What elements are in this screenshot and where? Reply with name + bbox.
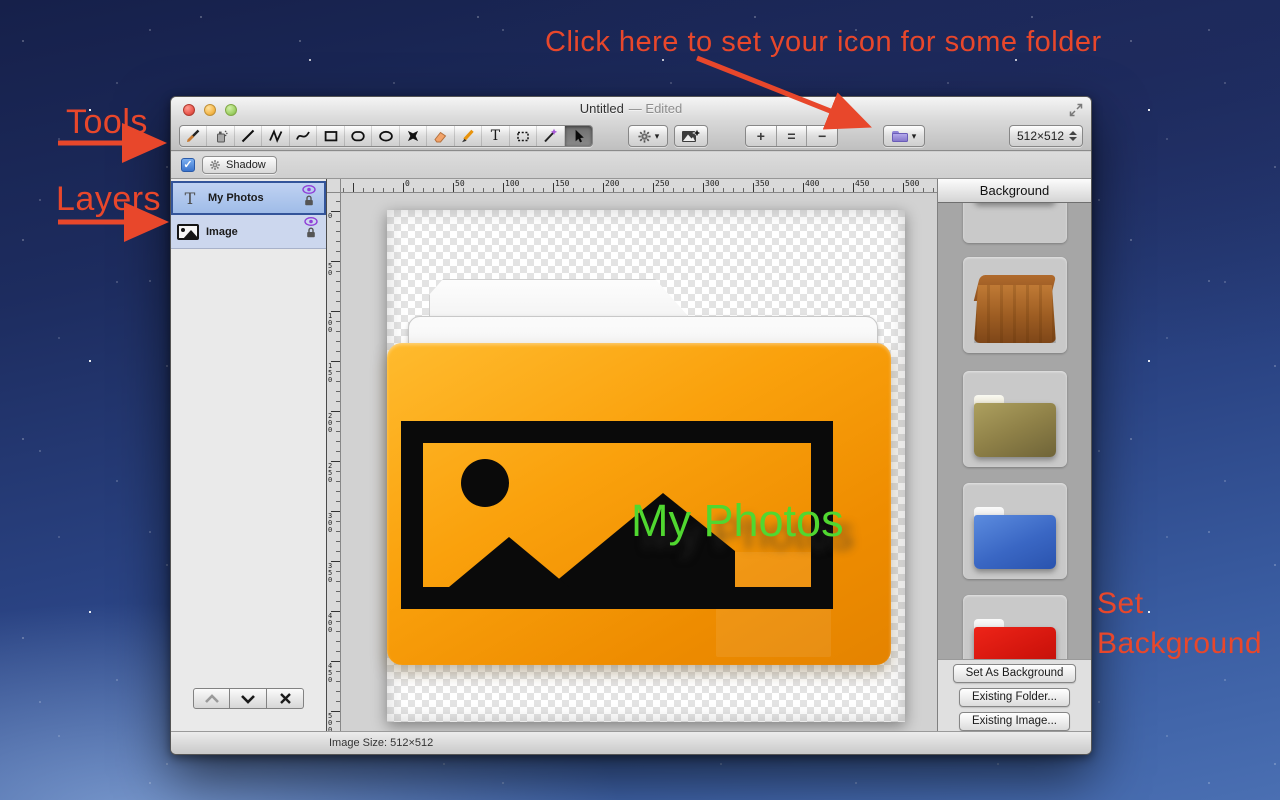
- lock-icon[interactable]: [304, 195, 314, 206]
- layer-status-icons: [304, 217, 318, 238]
- layer-label: My Photos: [208, 192, 264, 204]
- document-title: Untitled: [579, 101, 624, 116]
- action-menu-button[interactable]: ▾: [628, 125, 668, 147]
- delete-layer-button[interactable]: [267, 688, 304, 709]
- status-bar: Image Size: 512×512: [171, 731, 1091, 754]
- existing-image-button[interactable]: Existing Image...: [958, 712, 1070, 731]
- image-size-stepper[interactable]: 512×512: [1009, 125, 1083, 147]
- sidebar-header: Background: [938, 179, 1091, 203]
- move-layer-up-button[interactable]: [193, 688, 230, 709]
- background-thumbnail-blue[interactable]: [963, 483, 1067, 579]
- size-value: 512×512: [1017, 129, 1065, 143]
- duplicate-button[interactable]: =: [777, 126, 808, 146]
- close-x-icon: [279, 693, 291, 704]
- visibility-eye-icon[interactable]: [304, 217, 318, 226]
- folder-icon: [891, 130, 908, 142]
- set-folder-icon-button[interactable]: ▾: [883, 125, 925, 147]
- annotation-set-background-label: Set Background: [1097, 587, 1263, 660]
- background-thumbnail-red[interactable]: [963, 595, 1067, 659]
- fullscreen-icon[interactable]: [1069, 103, 1083, 117]
- annotation-top-note: Click here to set your icon for some fol…: [545, 26, 1102, 58]
- ruler-vertical: 05 01 0 01 5 02 0 02 5 03 0 03 5 04 0 04…: [327, 193, 341, 734]
- window-title: Untitled — Edited: [171, 97, 1091, 121]
- layer-row-image[interactable]: Image: [171, 215, 326, 249]
- layer-label: Image: [206, 225, 238, 238]
- image-size-status: Image Size: 512×512: [329, 737, 434, 749]
- add-button[interactable]: +: [746, 126, 777, 146]
- chevron-down-icon: ▾: [654, 130, 660, 141]
- existing-folder-button[interactable]: Existing Folder...: [958, 688, 1070, 707]
- desktop: Click here to set your icon for some fol…: [0, 0, 1280, 800]
- text-layer-icon: T: [184, 188, 196, 208]
- tool-eyedropper[interactable]: [180, 126, 208, 146]
- move-layer-down-button[interactable]: [230, 688, 267, 709]
- tool-eraser[interactable]: [427, 126, 455, 146]
- tool-line[interactable]: [235, 126, 263, 146]
- ruler-corner: [327, 179, 341, 193]
- canvas-image[interactable]: My Photos: [387, 210, 905, 722]
- background-thumbnail-khaki[interactable]: [963, 371, 1067, 467]
- background-thumbnail-wood-front[interactable]: [963, 203, 1067, 243]
- ruler-horizontal: 0 50 100 150 200 250 300 350 400 450 500: [341, 179, 937, 193]
- annotation-layers-label: Layers: [56, 180, 162, 218]
- gear-icon: [210, 160, 220, 170]
- tool-rounded-rectangle[interactable]: [345, 126, 373, 146]
- layer-arrange-segmented: + = −: [745, 125, 838, 147]
- layers-panel: T My Photos Image: [171, 179, 327, 731]
- toolbar: T ▾ + = − ▾ 512×512: [171, 121, 1091, 151]
- stepper-arrows-icon[interactable]: [1069, 131, 1077, 141]
- layer-order-controls: [193, 688, 304, 709]
- chevron-up-icon: [204, 693, 219, 703]
- background-list[interactable]: [938, 203, 1091, 659]
- tool-cursor[interactable]: [564, 126, 593, 146]
- lock-icon[interactable]: [306, 227, 316, 238]
- tool-curve[interactable]: [290, 126, 318, 146]
- tool-magic-wand[interactable]: [537, 126, 565, 146]
- folder-title-text[interactable]: My Photos: [631, 495, 844, 547]
- tool-ellipse[interactable]: [372, 126, 400, 146]
- tool-rectangle[interactable]: [317, 126, 345, 146]
- tool-zigzag[interactable]: [262, 126, 290, 146]
- tool-pencil[interactable]: [455, 126, 483, 146]
- edited-badge: — Edited: [628, 101, 683, 116]
- canvas-viewport[interactable]: My Photos: [341, 193, 937, 731]
- image-star-icon: [682, 127, 701, 142]
- image-layer-icon: [177, 223, 199, 240]
- tool-marquee-select[interactable]: [510, 126, 538, 146]
- tool-strip: T: [179, 125, 593, 147]
- shadow-label: Shadow: [226, 159, 266, 171]
- layer-status-icons: [302, 185, 316, 206]
- image-adjust-button[interactable]: [674, 125, 708, 147]
- sidebar-buttons: Set As Background Existing Folder... Exi…: [938, 659, 1091, 731]
- chevron-down-icon: ▾: [911, 130, 917, 141]
- set-as-background-button[interactable]: Set As Background: [952, 664, 1077, 683]
- layer-row-my-photos[interactable]: T My Photos: [171, 181, 326, 215]
- shadow-option-bar: ✓ Shadow: [171, 152, 1091, 179]
- titlebar[interactable]: Untitled — Edited: [171, 97, 1091, 121]
- remove-button[interactable]: −: [807, 126, 837, 146]
- background-sidebar: Background Set As Background Existing Fo…: [937, 179, 1091, 731]
- app-window: Untitled — Edited T ▾ + = − ▾ 512×512 ✓ …: [170, 96, 1092, 755]
- visibility-eye-icon[interactable]: [302, 185, 316, 194]
- annotation-tools-label: Tools: [66, 103, 148, 141]
- tool-star[interactable]: [400, 126, 428, 146]
- shadow-checkbox[interactable]: ✓: [181, 158, 195, 172]
- tool-text[interactable]: T: [482, 126, 510, 146]
- shadow-settings-button[interactable]: Shadow: [202, 156, 277, 174]
- window-chrome: Untitled — Edited T ▾ + = − ▾ 512×512: [171, 97, 1091, 151]
- background-thumbnail-wood-open[interactable]: [963, 257, 1067, 353]
- chevron-down-icon: [241, 694, 255, 704]
- tool-spray[interactable]: [207, 126, 235, 146]
- gear-icon: [638, 129, 651, 143]
